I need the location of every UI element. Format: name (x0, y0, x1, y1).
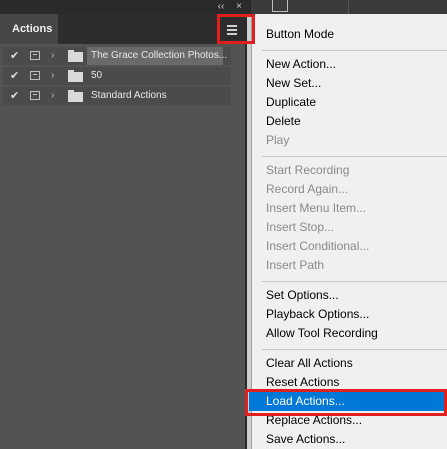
panel-top-bar: ‹‹ × (0, 0, 255, 14)
tab-actions[interactable]: Actions (0, 14, 58, 44)
menu-separator (262, 156, 447, 157)
menu-item-new-action[interactable]: New Action... (252, 55, 447, 74)
folder-icon (68, 70, 83, 82)
checkmark-icon[interactable]: ✔ (10, 89, 22, 103)
folder-icon (68, 50, 83, 62)
menu-item-allow-tool-recording[interactable]: Allow Tool Recording (252, 324, 447, 343)
divider (348, 0, 349, 14)
menu-item-button-mode[interactable]: Button Mode (252, 25, 447, 44)
menu-item-record-again[interactable]: Record Again... (252, 180, 447, 199)
menu-item-insert-menu-item[interactable]: Insert Menu Item... (252, 199, 447, 218)
action-set-name: 50 (91, 70, 103, 81)
highlight-annotation-menu-button (217, 14, 255, 44)
action-set-row[interactable]: ✔ › 50 (3, 67, 231, 85)
panel-flyout-menu: Button Mode New Action... New Set... Dup… (249, 14, 447, 449)
menu-item-insert-stop[interactable]: Insert Stop... (252, 218, 447, 237)
menu-item-new-set[interactable]: New Set... (252, 74, 447, 93)
chevron-right-icon[interactable]: › (51, 48, 59, 64)
dialog-toggle-icon[interactable] (30, 71, 40, 80)
highlight-annotation-load-actions (245, 389, 447, 416)
action-set-name: The Grace Collection Photos... (87, 47, 227, 65)
action-set-row[interactable]: ✔ › The Grace Collection Photos... (3, 47, 231, 65)
actions-list: ✔ › The Grace Collection Photos... ✔ › 5… (0, 44, 247, 449)
menu-item-set-options[interactable]: Set Options... (252, 286, 447, 305)
menu-item-insert-conditional[interactable]: Insert Conditional... (252, 237, 447, 256)
chevron-right-icon[interactable]: › (51, 68, 59, 84)
checkmark-icon[interactable]: ✔ (10, 69, 22, 83)
menu-separator (262, 281, 447, 282)
menu-item-start-recording[interactable]: Start Recording (252, 161, 447, 180)
dialog-toggle-icon[interactable] (30, 51, 40, 60)
document-icon (272, 0, 288, 12)
menu-item-clear-all-actions[interactable]: Clear All Actions (252, 354, 447, 373)
collapse-panels-icon[interactable]: ‹‹ (215, 1, 227, 13)
chevron-right-icon[interactable]: › (51, 88, 59, 104)
menu-separator (262, 50, 447, 51)
menu-item-play[interactable]: Play (252, 131, 447, 150)
menu-item-save-actions[interactable]: Save Actions... (252, 430, 447, 449)
menu-item-delete[interactable]: Delete (252, 112, 447, 131)
menu-item-playback-options[interactable]: Playback Options... (252, 305, 447, 324)
action-set-row[interactable]: ✔ › Standard Actions (3, 87, 231, 105)
menu-item-duplicate[interactable]: Duplicate (252, 93, 447, 112)
menu-item-insert-path[interactable]: Insert Path (252, 256, 447, 275)
checkmark-icon[interactable]: ✔ (10, 49, 22, 63)
close-panel-icon[interactable]: × (233, 1, 245, 13)
menu-separator (262, 349, 447, 350)
folder-icon (68, 90, 83, 102)
action-set-name: Standard Actions (91, 90, 167, 101)
dialog-toggle-icon[interactable] (30, 91, 40, 100)
